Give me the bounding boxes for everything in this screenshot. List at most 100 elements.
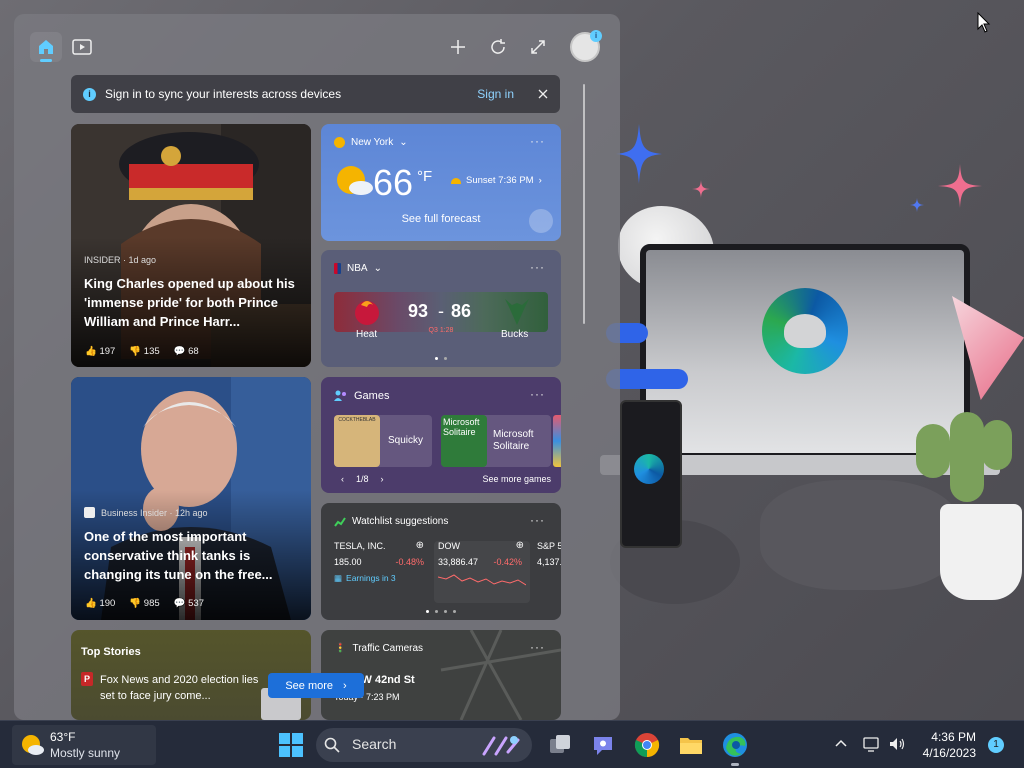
expand-icon — [531, 40, 545, 54]
sunset-time: Sunset 7:36 PM — [466, 175, 534, 186]
league-label[interactable]: NBA — [347, 263, 368, 274]
pager-dots[interactable] — [321, 610, 561, 613]
volume-icon[interactable] — [888, 735, 906, 753]
away-score: 86 — [451, 301, 472, 321]
nba-logo-icon — [334, 263, 341, 274]
chevron-down-icon[interactable]: ⌄ — [374, 263, 382, 274]
watchlist-label[interactable]: Watchlist suggestions — [352, 516, 448, 527]
video-tab[interactable] — [66, 32, 98, 62]
games-label[interactable]: Games — [354, 390, 389, 402]
sparkle-icon — [692, 180, 710, 198]
see-more-button[interactable]: See more › — [268, 673, 364, 698]
comment-count: 68 — [188, 346, 199, 357]
heat-logo-icon — [355, 301, 379, 325]
away-team: Bucks — [501, 329, 529, 340]
taskbar-weather-desc: Mostly sunny — [50, 746, 121, 760]
chrome-button[interactable] — [634, 732, 660, 758]
story-headline[interactable]: Fox News and 2020 election lies set to f… — [100, 672, 260, 704]
start-button[interactable] — [278, 732, 304, 758]
more-options-button[interactable]: ··· — [530, 513, 545, 527]
partly-sunny-icon — [22, 735, 44, 755]
info-icon: i — [83, 87, 96, 101]
expand-button[interactable] — [522, 32, 554, 62]
home-tab[interactable] — [30, 32, 62, 62]
account-avatar[interactable]: i — [570, 30, 602, 62]
games-widget[interactable]: Games ··· COCKTHEBLAB Squicky Microsoft … — [321, 377, 561, 493]
network-icon[interactable] — [862, 735, 880, 753]
watchlist-widget[interactable]: Watchlist suggestions ··· TESLA, INC. ⊕ … — [321, 503, 561, 620]
task-view-button[interactable] — [547, 732, 573, 758]
plus-icon — [451, 40, 465, 54]
chevron-down-icon[interactable]: ⌄ — [399, 137, 407, 148]
pager-dots[interactable] — [321, 357, 561, 360]
nba-header: NBA ⌄ — [334, 263, 382, 274]
temperature-unit: °F — [417, 168, 433, 185]
nba-score-widget[interactable]: NBA ⌄ ··· 93 - 86 Q3 1:28 Heat Bucks — [321, 250, 561, 367]
publisher-icon — [84, 507, 95, 518]
traffic-icon: 🚦 — [334, 643, 347, 654]
refresh-button[interactable] — [482, 32, 514, 62]
news-headline[interactable]: King Charles opened up about his 'immens… — [84, 274, 297, 331]
thumbnail-caption: Microsoft Solitaire — [443, 417, 480, 437]
comments-button[interactable]: 💬 537 — [174, 598, 204, 609]
close-icon[interactable] — [538, 89, 548, 99]
like-button[interactable]: 👍 190 — [85, 598, 115, 609]
add-stock-icon[interactable]: ⊕ — [516, 540, 524, 551]
stock-change: -0.42% — [493, 557, 522, 567]
file-explorer-button[interactable] — [678, 732, 704, 758]
taskbar-search[interactable]: Search — [316, 728, 532, 762]
sparkle-icon — [616, 124, 662, 184]
chevron-right-icon: › — [538, 175, 542, 186]
more-options-button[interactable]: ··· — [530, 260, 545, 274]
dislike-button[interactable]: 👎 985 — [129, 598, 159, 609]
location-label[interactable]: New York — [351, 137, 393, 148]
chevron-right-icon[interactable]: › — [381, 474, 384, 484]
see-full-forecast-link[interactable]: See full forecast — [321, 213, 561, 225]
game-tile-squicky[interactable]: COCKTHEBLAB Squicky — [334, 415, 432, 467]
sunset-info[interactable]: Sunset 7:36 PM › — [451, 175, 542, 186]
dislike-button[interactable]: 👎 135 — [129, 346, 159, 357]
weather-header: New York ⌄ — [334, 137, 408, 148]
more-options-button[interactable]: ··· — [530, 134, 545, 148]
teams-chat-button[interactable] — [590, 732, 616, 758]
taskbar: 63°F Mostly sunny Search 4:36 PM 4/16/20… — [0, 720, 1024, 768]
comments-button[interactable]: 💬 68 — [174, 346, 199, 357]
chevron-up-icon[interactable] — [834, 737, 848, 751]
games-pager: ‹ 1/8 › — [341, 474, 384, 484]
signin-link[interactable]: Sign in — [477, 87, 514, 101]
add-stock-icon[interactable]: ⊕ — [416, 540, 424, 551]
news-headline[interactable]: One of the most important conservative t… — [84, 527, 297, 584]
page-indicator: 1/8 — [356, 474, 369, 484]
stock-item[interactable]: S&P 5 4,137. — [537, 541, 561, 603]
info-badge-icon: i — [590, 30, 602, 42]
like-button[interactable]: 👍 197 — [85, 346, 115, 357]
chevron-left-icon[interactable]: ‹ — [341, 474, 344, 484]
more-options-button[interactable]: ··· — [530, 387, 545, 401]
edge-button[interactable] — [722, 732, 748, 758]
add-widget-button[interactable] — [442, 32, 474, 62]
stock-price: 4,137. — [537, 557, 561, 567]
news-source: Business Insider · 12h ago — [84, 507, 208, 518]
stock-item[interactable]: DOW ⊕ 33,886.47 -0.42% — [434, 540, 530, 603]
sunset-icon — [451, 177, 461, 184]
taskbar-clock[interactable]: 4:36 PM 4/16/2023 — [916, 729, 976, 761]
dislike-count: 135 — [143, 346, 160, 357]
scrollbar[interactable] — [583, 84, 585, 324]
stock-event: Earnings in 3 — [346, 573, 396, 583]
game-tile-solitaire[interactable]: Microsoft Solitaire Microsoft Solitaire — [441, 415, 551, 467]
notification-badge[interactable]: 1 — [988, 737, 1004, 753]
taskbar-weather[interactable]: 63°F Mostly sunny — [12, 725, 156, 765]
cactus-decoration — [910, 392, 1020, 520]
weather-widget[interactable]: New York ⌄ ··· 66 °F Sunset 7:36 PM › See… — [321, 124, 561, 241]
news-card[interactable]: Business Insider · 12h ago One of the mo… — [71, 377, 311, 620]
game-tile-partial[interactable] — [553, 415, 561, 467]
news-card[interactable]: INSIDER · 1d ago King Charles opened up … — [71, 124, 311, 367]
reactions: 👍 190 👎 985 💬 537 — [85, 598, 204, 609]
temperature: 66 — [373, 162, 414, 203]
more-options-button[interactable]: ··· — [530, 640, 545, 654]
widgets-toolbar: i — [30, 30, 604, 64]
see-more-games-link[interactable]: See more games — [482, 474, 551, 484]
stock-item[interactable]: TESLA, INC. ⊕ 185.00 -0.48% ▦ Earnings in … — [334, 540, 430, 603]
traffic-label[interactable]: Traffic Cameras — [352, 643, 423, 654]
edge-logo-decoration — [762, 288, 848, 374]
